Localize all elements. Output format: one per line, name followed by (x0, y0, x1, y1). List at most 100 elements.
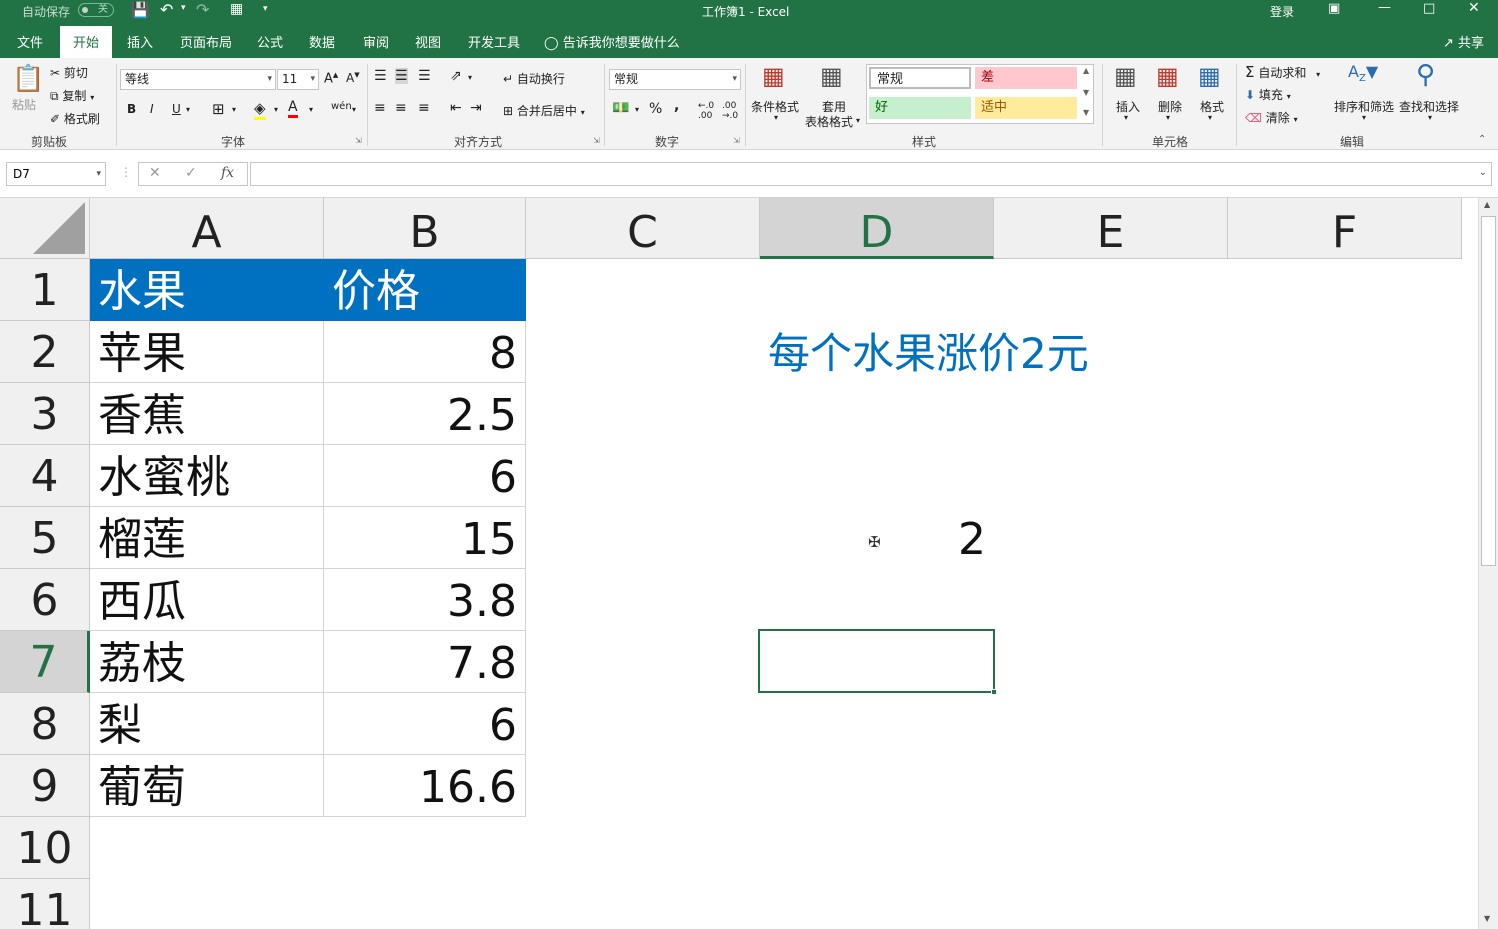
scrollbar-thumb[interactable] (1481, 216, 1496, 566)
row-header-10[interactable]: 10 (0, 817, 90, 879)
font-size-select[interactable]: 11 ▾ (277, 69, 319, 90)
cell-d2-note[interactable]: 每个水果涨价2元 (768, 323, 1089, 385)
vertical-scrollbar[interactable]: ▲ ▼ (1478, 198, 1498, 929)
sort-filter-icon[interactable]: AZ▼ (1348, 62, 1378, 84)
scroll-up-icon[interactable]: ▲ (1484, 200, 1490, 209)
paste-button[interactable]: 粘贴 (12, 96, 36, 113)
quick-print-icon[interactable]: ▦ (230, 1, 243, 17)
orientation-dropdown-icon[interactable]: ▾ (468, 73, 472, 82)
magnifier-icon[interactable]: ⚲ (1416, 60, 1435, 90)
format-dropdown-icon[interactable]: ▾ (1208, 113, 1212, 122)
insert-function-icon[interactable]: fx (221, 165, 234, 181)
tab-review[interactable]: 审阅 (363, 32, 389, 51)
tab-view[interactable]: 视图 (415, 32, 441, 51)
row-header-7[interactable]: 7 (0, 631, 90, 693)
merge-center-button[interactable]: ⊞ 合并后居中 ▾ (503, 102, 585, 119)
insert-cells-icon[interactable]: ▦ (1114, 62, 1137, 90)
align-right-icon[interactable]: ≡ (418, 100, 430, 116)
tell-me-box[interactable]: ◯ 告诉我你想要做什么 (544, 32, 680, 51)
format-as-table-line2[interactable]: 表格格式 (805, 113, 853, 130)
cancel-icon[interactable]: ✕ (149, 165, 161, 181)
customize-toolbar-icon[interactable]: ▾ (263, 4, 268, 14)
font-name-select[interactable]: 等线 ▾ (120, 69, 276, 90)
cell-b9[interactable]: 16.6 (324, 755, 526, 817)
comma-style-icon[interactable]: , (674, 98, 679, 114)
border-dropdown-icon[interactable]: ▾ (232, 105, 236, 114)
sort-filter-dropdown-icon[interactable]: ▾ (1362, 113, 1366, 122)
delete-cells-icon[interactable]: ▦ (1156, 62, 1179, 90)
find-select-dropdown-icon[interactable]: ▾ (1428, 113, 1432, 122)
style-bad[interactable]: 差 (975, 67, 1077, 89)
border-icon[interactable]: ⊞ (212, 100, 225, 118)
row-header-6[interactable]: 6 (0, 569, 90, 631)
copy-button[interactable]: ⧉ 复制 ▾ (50, 87, 94, 104)
decrease-indent-icon[interactable]: ⇤ (450, 100, 462, 116)
underline-dropdown-icon[interactable]: ▾ (186, 105, 190, 114)
styles-scroll-up-icon[interactable]: ▲ (1083, 66, 1089, 75)
ribbon-display-icon[interactable]: ▣ (1328, 1, 1340, 16)
maximize-icon[interactable]: □ (1423, 1, 1435, 16)
autosave-toggle[interactable]: 关 (78, 2, 114, 17)
delete-dropdown-icon[interactable]: ▾ (1166, 113, 1170, 122)
align-top-icon[interactable]: ☰ (374, 68, 387, 84)
fill-color-dropdown-icon[interactable]: ▾ (274, 105, 278, 114)
tab-page-layout[interactable]: 页面布局 (180, 32, 232, 51)
align-left-icon[interactable]: ≡ (374, 100, 386, 116)
increase-decimal-icon[interactable]: ←.0.00 (698, 101, 714, 121)
cell-a7[interactable]: 荔枝 (90, 631, 324, 693)
cell-a2[interactable]: 苹果 (90, 321, 324, 383)
increase-indent-icon[interactable]: ⇥ (470, 100, 482, 116)
font-color-dropdown-icon[interactable]: ▾ (309, 105, 313, 114)
phonetic-dropdown-icon[interactable]: ▾ (352, 105, 356, 114)
row-header-1[interactable]: 1 (0, 259, 90, 321)
cell-a4[interactable]: 水蜜桃 (90, 445, 324, 507)
style-normal[interactable]: 常规 (869, 67, 971, 89)
format-painter-button[interactable]: ✐ 格式刷 (50, 110, 100, 127)
select-all-button[interactable] (0, 198, 90, 259)
cut-button[interactable]: ✂ 剪切 (50, 64, 88, 81)
name-box[interactable]: D7 ▾ (6, 162, 106, 186)
cell-a9[interactable]: 葡萄 (90, 755, 324, 817)
autosum-button[interactable]: Σ 自动求和 ▾ (1245, 63, 1320, 81)
cell-a5[interactable]: 榴莲 (90, 507, 324, 569)
alignment-dialog-launcher-icon[interactable]: ⇲ (593, 136, 600, 145)
collapse-ribbon-icon[interactable]: ⌃ (1478, 134, 1486, 145)
fill-button[interactable]: ⬇ 填充 ▾ (1245, 86, 1291, 103)
row-header-3[interactable]: 3 (0, 383, 90, 445)
row-header-8[interactable]: 8 (0, 693, 90, 755)
cell-b6[interactable]: 3.8 (324, 569, 526, 631)
share-button[interactable]: ↗ 共享 (1443, 32, 1484, 51)
column-header-b[interactable]: B (324, 198, 526, 259)
italic-button[interactable]: I (150, 102, 154, 116)
conditional-format-icon[interactable]: ▦ (762, 62, 785, 90)
tab-insert[interactable]: 插入 (127, 32, 153, 51)
underline-button[interactable]: U (172, 102, 181, 116)
row-header-2[interactable]: 2 (0, 321, 90, 383)
enter-icon[interactable]: ✓ (185, 165, 197, 181)
save-icon[interactable]: 💾 (131, 1, 150, 19)
conditional-format-dropdown-icon[interactable]: ▾ (774, 113, 778, 122)
cell-b8[interactable]: 6 (324, 693, 526, 755)
style-good[interactable]: 好 (869, 97, 971, 119)
format-as-table-dropdown-icon[interactable]: ▾ (856, 116, 860, 125)
align-center-icon[interactable]: ≡ (395, 100, 407, 116)
column-header-a[interactable]: A (90, 198, 324, 259)
accounting-dropdown-icon[interactable]: ▾ (635, 105, 639, 114)
minimize-icon[interactable]: — (1378, 0, 1391, 15)
fill-color-icon[interactable]: ◈ (254, 99, 266, 120)
tab-formulas[interactable]: 公式 (257, 32, 283, 51)
undo-icon[interactable]: ↶ (160, 0, 173, 19)
cell-b7[interactable]: 7.8 (324, 631, 526, 693)
fill-handle[interactable] (991, 689, 997, 695)
close-icon[interactable]: ✕ (1468, 0, 1480, 16)
cell-a8[interactable]: 梨 (90, 693, 324, 755)
expand-formula-icon[interactable]: ⌄ (1479, 167, 1487, 178)
align-middle-icon[interactable]: ☰ (395, 68, 408, 84)
redo-icon[interactable]: ↷ (196, 0, 209, 19)
selected-cell-d7[interactable] (758, 629, 997, 695)
align-bottom-icon[interactable]: ☰ (418, 68, 431, 84)
paste-icon[interactable]: 📋 (12, 64, 44, 94)
tab-data[interactable]: 数据 (309, 32, 335, 51)
decrease-decimal-icon[interactable]: .00 →.0 (722, 101, 738, 121)
row-header-9[interactable]: 9 (0, 755, 90, 817)
